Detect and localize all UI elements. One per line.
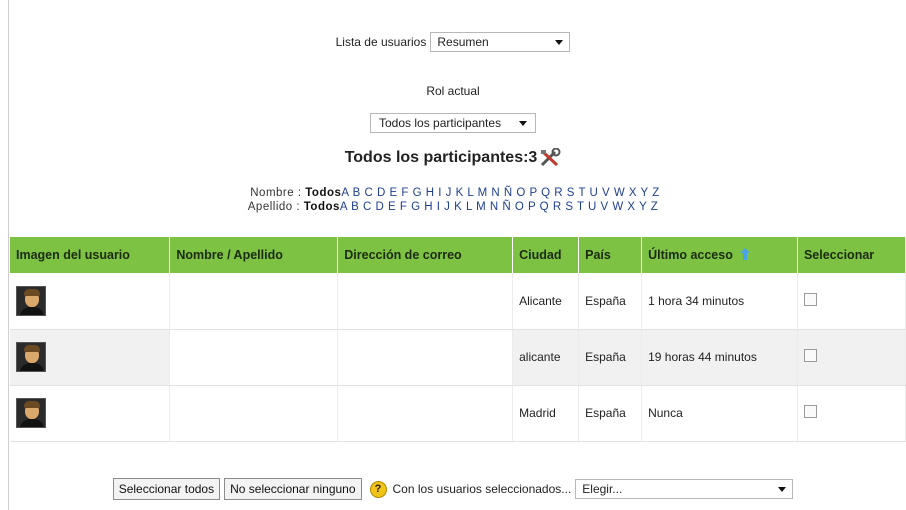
table-row: alicante España 19 horas 44 minutos — [10, 329, 906, 386]
last-access-cell: 19 horas 44 minutos — [641, 329, 798, 386]
chevron-down-icon — [778, 486, 787, 492]
name-cell[interactable] — [169, 385, 339, 442]
email-cell[interactable] — [337, 385, 514, 442]
user-image-cell — [10, 273, 171, 330]
select-cell — [797, 329, 906, 386]
header-country[interactable]: País — [578, 237, 643, 273]
first-name-all-link[interactable]: Todos — [305, 186, 341, 200]
role-label-row: Rol actual — [0, 84, 906, 98]
city-cell: Madrid — [512, 385, 580, 442]
first-name-filter-label: Nombre : — [250, 187, 302, 199]
select-cell — [797, 385, 906, 442]
user-list-row: Lista de usuarios Resumen — [0, 32, 906, 52]
chevron-down-icon — [555, 39, 564, 45]
table-row: Madrid España Nunca — [10, 385, 906, 442]
bulk-action-value: Elegir... — [582, 482, 623, 496]
participant-count-title: Todos los participantes:3 — [344, 149, 538, 166]
avatar[interactable] — [16, 342, 46, 372]
participants-table: Imagen del usuario Nombre / Apellido Dir… — [10, 237, 906, 442]
country-cell: España — [578, 329, 643, 386]
user-list-value: Resumen — [437, 35, 489, 49]
email-cell[interactable] — [337, 273, 514, 330]
select-checkbox[interactable] — [803, 405, 817, 418]
header-last-access[interactable]: Último acceso — [641, 237, 798, 273]
last-name-filter: Apellido : Todos A B C D E F G H I J K L… — [248, 200, 659, 214]
help-icon[interactable]: ? — [369, 480, 387, 498]
role-select[interactable]: Todos los participantes — [370, 113, 536, 133]
role-select-value: Todos los participantes — [379, 116, 502, 130]
bulk-actions-bar: Seleccionar todos No seleccionar ninguno… — [0, 478, 906, 500]
last-access-cell: 1 hora 34 minutos — [641, 273, 798, 330]
select-checkbox[interactable] — [803, 349, 817, 362]
last-name-all-link[interactable]: Todos — [304, 200, 340, 214]
alpha-filter: Nombre : Todos A B C D E F G H I J K L M… — [0, 186, 906, 214]
name-cell[interactable] — [169, 329, 339, 386]
header-email[interactable]: Dirección de correo — [337, 237, 514, 273]
first-name-filter: Nombre : Todos A B C D E F G H I J K L M… — [246, 186, 659, 200]
participant-count-row: Todos los participantes:3 — [0, 148, 906, 168]
sort-up-icon — [740, 248, 751, 260]
chevron-down-icon — [519, 120, 527, 126]
last-name-letters[interactable]: A B C D E F G H I J K L M N Ñ O P Q R S … — [340, 200, 658, 214]
avatar[interactable] — [16, 285, 46, 316]
role-select-row: Todos los participantes — [0, 113, 906, 133]
country-cell: España — [578, 385, 643, 442]
user-image-cell — [10, 385, 171, 442]
select-checkbox[interactable] — [803, 292, 817, 306]
name-cell[interactable] — [169, 273, 339, 330]
last-name-filter-label: Apellido : — [247, 201, 301, 213]
user-list-select[interactable]: Resumen — [430, 32, 571, 52]
first-name-letters[interactable]: A B C D E F G H I J K L M N Ñ O P Q R S … — [341, 186, 659, 200]
select-cell — [797, 273, 906, 330]
role-label: Rol actual — [426, 84, 480, 98]
header-select[interactable]: Seleccionar — [797, 237, 906, 273]
email-cell[interactable] — [337, 329, 514, 386]
user-list-label: Lista de usuarios — [335, 35, 427, 49]
select-all-button[interactable]: Seleccionar todos — [112, 478, 221, 500]
select-none-button[interactable]: No seleccionar ninguno — [224, 478, 362, 500]
table-row: Alicante España 1 hora 34 minutos — [10, 273, 906, 330]
avatar[interactable] — [16, 398, 46, 428]
tool-icon[interactable] — [539, 148, 561, 168]
with-selected-label: Con los usuarios seleccionados... — [392, 482, 572, 496]
header-city[interactable]: Ciudad — [512, 237, 580, 273]
city-cell: alicante — [512, 329, 580, 386]
user-image-cell — [10, 329, 171, 386]
table-header-row: Imagen del usuario Nombre / Apellido Dir… — [10, 237, 906, 273]
header-name[interactable]: Nombre / Apellido — [169, 237, 339, 273]
bulk-action-select[interactable]: Elegir... — [575, 479, 794, 499]
header-user-image[interactable]: Imagen del usuario — [10, 237, 171, 273]
header-last-access-label: Último acceso — [648, 248, 733, 262]
last-access-cell: Nunca — [641, 385, 798, 442]
city-cell: Alicante — [512, 273, 580, 330]
country-cell: España — [578, 273, 643, 330]
